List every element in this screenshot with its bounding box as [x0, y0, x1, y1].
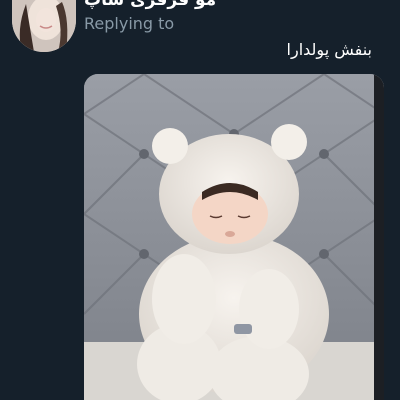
replying-to-label: Replying to	[84, 14, 175, 33]
baby-photo-icon	[84, 74, 384, 400]
author-avatar[interactable]	[12, 0, 76, 52]
avatar-photo-icon	[12, 0, 76, 52]
author-name[interactable]: مو فرفری شاپ	[84, 0, 216, 10]
tweet-media[interactable]	[84, 74, 384, 400]
tweet-text: بنفش پولدارا	[286, 40, 372, 59]
tweet: مو فرفری شاپ Replying to بنفش پولدارا	[0, 0, 400, 400]
